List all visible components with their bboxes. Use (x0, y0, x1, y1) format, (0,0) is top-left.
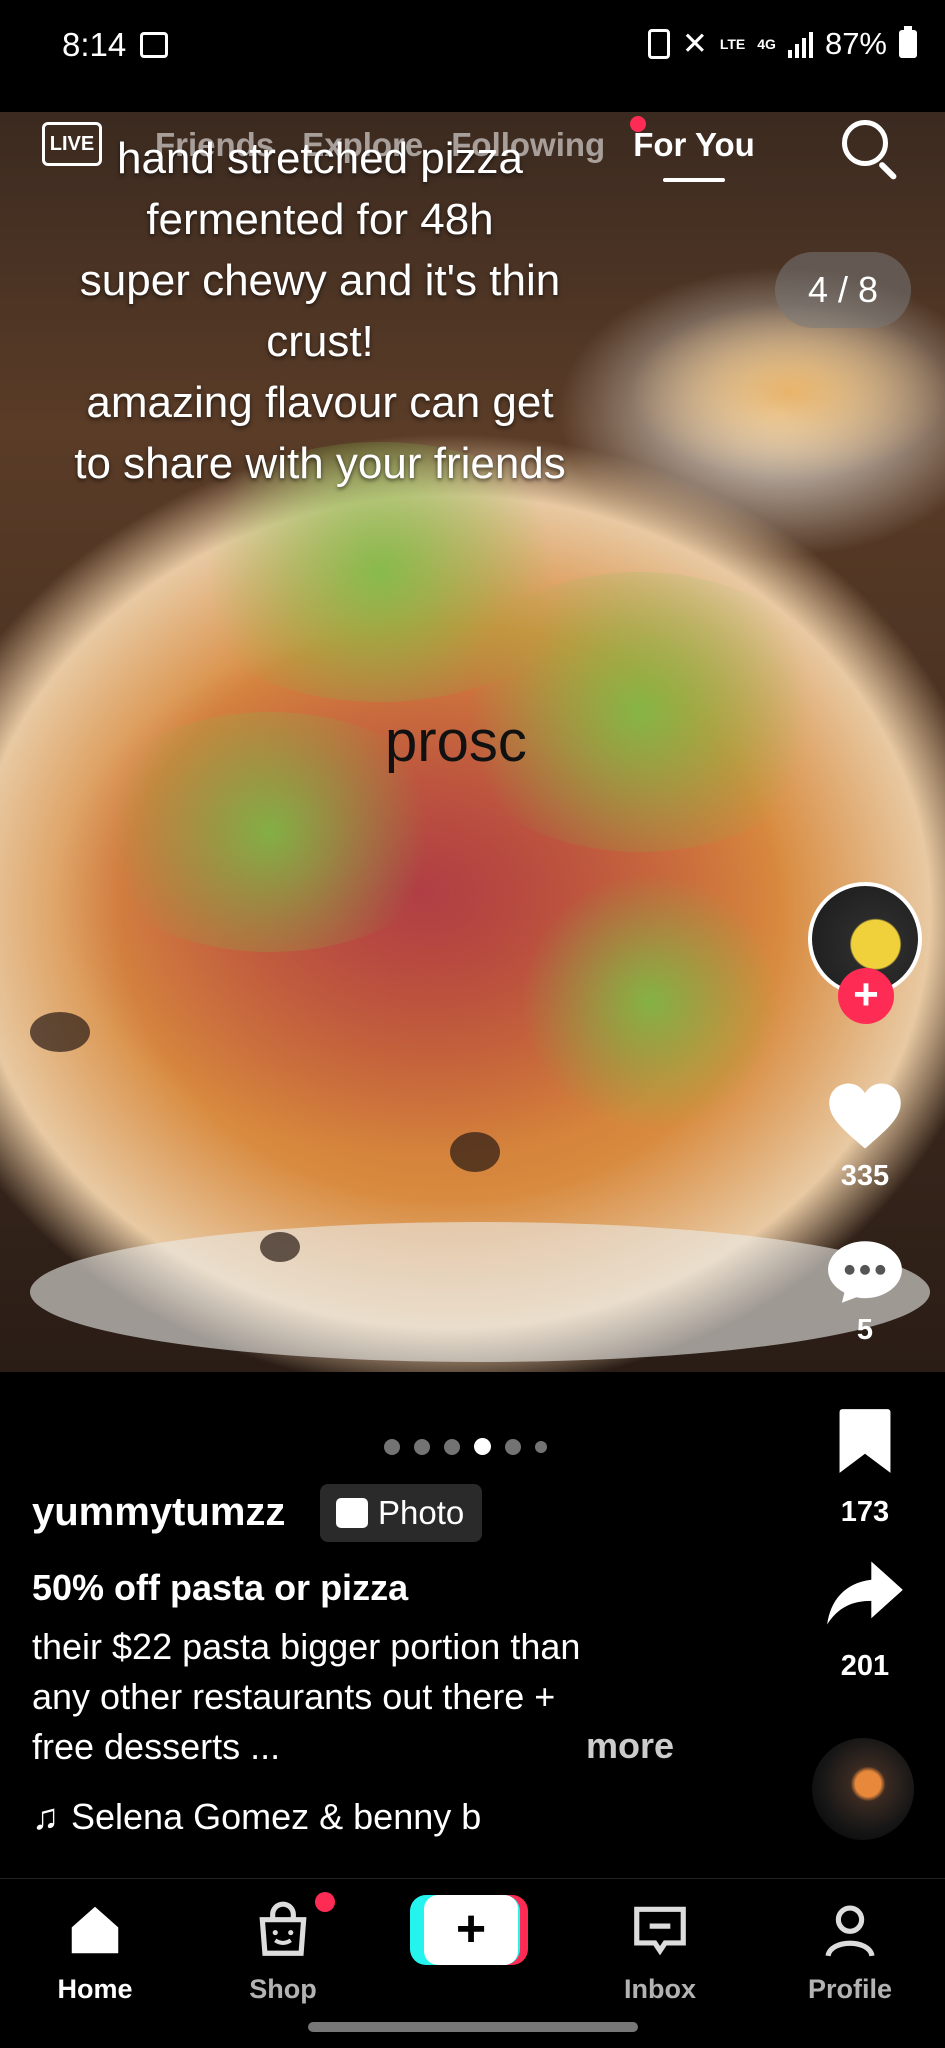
tab-explore[interactable]: Explore (302, 126, 423, 164)
page-dot (414, 1438, 430, 1455)
plate-shape (30, 1222, 930, 1362)
char-spot (260, 1232, 300, 1262)
tab-for-you[interactable]: For You (633, 126, 755, 182)
like-count: 335 (840, 1160, 890, 1192)
battery-percent: 87% (824, 26, 887, 61)
music-note-icon: ♫ (32, 1796, 59, 1837)
live-button[interactable]: LIVE (42, 122, 102, 166)
top-tabs: Friends Explore Following For You (155, 126, 755, 182)
battery-saver-icon (647, 29, 670, 59)
comment-count: 5 (856, 1314, 874, 1346)
shop-bag-icon (259, 1901, 307, 1956)
create-button[interactable]: + (410, 1895, 528, 1965)
nav-home-label: Home (57, 1974, 133, 2004)
share-count: 201 (840, 1650, 890, 1682)
follow-button[interactable]: + (838, 968, 894, 1024)
status-icons: ✕ LTE 4G 87% (647, 26, 917, 62)
nav-shop[interactable]: Shop (213, 1899, 353, 2005)
page-dot (535, 1440, 547, 1453)
photo-icon (336, 1498, 368, 1528)
page-dot (384, 1438, 400, 1455)
home-icon (71, 1906, 119, 1954)
music-title: Selena Gomez & benny b (71, 1796, 482, 1837)
photo-badge: Photo (320, 1484, 483, 1542)
nav-profile[interactable]: Profile (780, 1899, 920, 2005)
nav-shop-label: Shop (249, 1974, 317, 2004)
nav-inbox-label: Inbox (624, 1974, 696, 2004)
comment-button[interactable]: 5 (810, 1238, 920, 1347)
profile-icon (825, 1905, 875, 1957)
bookmark-button[interactable]: 173 (810, 1406, 920, 1529)
tab-friends[interactable]: Friends (155, 126, 274, 164)
status-bar: 8:14 ✕ LTE 4G 87% (0, 0, 945, 112)
username[interactable]: yummytumzz (32, 1490, 285, 1535)
char-spot (30, 1012, 90, 1052)
comment-icon (828, 1241, 902, 1303)
inbox-icon (634, 1906, 686, 1956)
create-plus-icon: + (424, 1895, 518, 1965)
lte-indicator: LTE (719, 36, 746, 52)
char-spot (450, 1132, 500, 1172)
nav-profile-label: Profile (807, 1974, 893, 2004)
network-type: 4G (757, 36, 776, 52)
heart-icon (829, 1083, 901, 1149)
more-link[interactable]: more (586, 1725, 674, 1767)
sticker-text: prosc (385, 709, 527, 774)
bookmark-icon (839, 1409, 891, 1473)
page-dot (505, 1438, 521, 1455)
share-icon (827, 1561, 903, 1625)
following-notification-dot (630, 116, 646, 132)
music-ticker[interactable]: ♫ Selena Gomez & benny b (32, 1796, 481, 1838)
search-icon[interactable] (842, 120, 900, 181)
greens-shape (520, 872, 780, 1132)
photo-pagination (384, 1438, 547, 1455)
gallery-notification-icon (140, 32, 168, 58)
post-title: 50% off pasta or pizza (32, 1567, 409, 1608)
nav-home[interactable]: Home (25, 1899, 165, 2005)
share-button[interactable]: 201 (810, 1558, 920, 1683)
page-dot-active (474, 1438, 491, 1455)
caption-overlay: hand stretched pizza fermented for 48h s… (74, 134, 566, 488)
home-indicator[interactable] (308, 2022, 638, 2032)
signal-icon (787, 30, 813, 58)
music-disc[interactable] (812, 1738, 914, 1840)
photo-badge-label: Photo (378, 1494, 465, 1531)
nav-inbox[interactable]: Inbox (590, 1899, 730, 2005)
shop-notification-dot (315, 1892, 335, 1912)
page-dot (444, 1438, 460, 1455)
mute-icon: ✕ (681, 26, 708, 61)
like-button[interactable]: 335 (810, 1080, 920, 1193)
status-time: 8:14 (62, 26, 127, 63)
tab-following[interactable]: Following (451, 126, 605, 164)
bookmark-count: 173 (840, 1496, 890, 1528)
photo-counter: 4 / 8 (775, 252, 911, 328)
battery-icon (899, 26, 917, 58)
